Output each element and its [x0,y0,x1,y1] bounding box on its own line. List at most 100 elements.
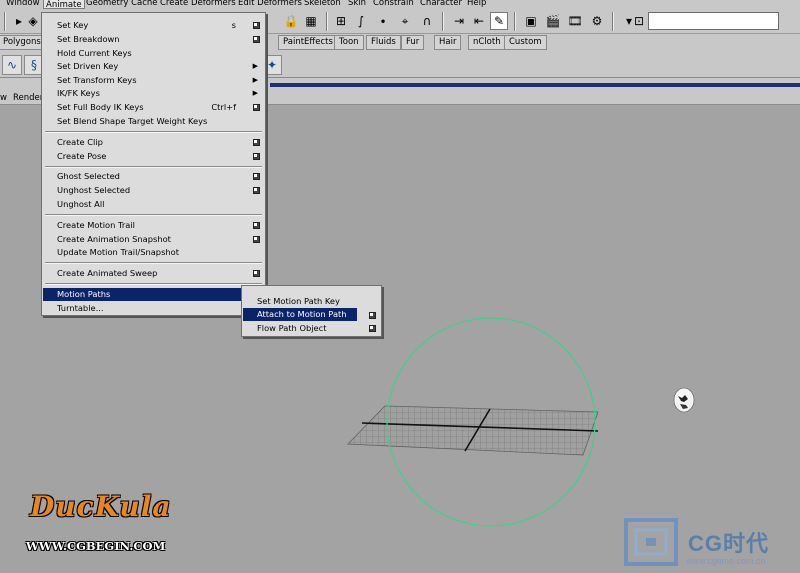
menu-item-unghost-selected[interactable]: Unghost Selected [43,184,264,197]
menu-separator [45,262,262,264]
menu-item-set-driven-key[interactable]: Set Driven Key ▶ [43,60,264,73]
snap-point-icon[interactable]: ∙ [374,12,392,30]
shelf-tab-ncloth[interactable]: nCloth [468,35,506,50]
select-by-name-icon[interactable]: ⊡ [630,12,648,30]
menu-separator [45,131,262,133]
menu-item-attach-to-motion-path[interactable]: Attach to Motion Path [243,308,357,321]
animate-menu: Set Key s Set Breakdown Hold Current Keys… [41,12,266,316]
toolbar-separator [514,12,516,31]
shelf-tab-fur[interactable]: Fur [401,35,425,50]
menu-character[interactable]: Character [420,0,462,8]
menu-item-hold-current-keys[interactable]: Hold Current Keys [43,47,264,60]
menu-item-flow-path-object[interactable]: Flow Path Object [243,322,380,335]
construction-history-icon[interactable]: ✎ [490,12,508,30]
menu-item-ghost-selected[interactable]: Ghost Selected [43,170,264,183]
menu-item-ikfk-keys[interactable]: IK/FK Keys ▶ [43,87,264,100]
option-box-icon[interactable] [253,222,260,229]
shelf-tab-polygons[interactable]: Polygons [0,35,46,50]
motion-paths-submenu: Set Motion Path Key Attach to Motion Pat… [241,285,382,337]
magnet-icon[interactable]: ∩ [418,12,436,30]
snap-grid-icon[interactable]: ⊞ [332,12,350,30]
toolbar-separator [612,12,614,31]
submenu-arrow-icon: ▶ [252,89,258,97]
select-mode-icon[interactable]: ◈ [24,12,42,30]
cgbegin-url: WWW.CGBEGIN.COM [26,539,166,553]
panel-menu-show[interactable]: w [0,93,7,103]
toolbar-separator [4,12,6,31]
menu-separator [45,283,262,285]
option-box-icon[interactable] [253,22,260,29]
cgtime-logo-icon [624,518,678,566]
menu-separator [45,214,262,216]
menu-item-create-animation-snapshot[interactable]: Create Animation Snapshot [43,233,264,246]
duckula-logo-text: DucKula [30,490,172,523]
menu-geometry-cache[interactable]: Geometry Cache [86,0,158,8]
quick-selection-field[interactable] [648,12,779,30]
submenu-arrow-icon: ▶ [252,62,258,70]
menu-item-create-motion-trail[interactable]: Create Motion Trail [43,219,264,232]
menu-item-set-blend-shape-target-weight-keys[interactable]: Set Blend Shape Target Weight Keys [43,115,264,128]
shortcut-label: Ctrl+f [211,102,236,112]
main-menubar: Window Animate Geometry Cache Create Def… [0,0,800,9]
option-box-icon[interactable] [253,153,260,160]
shelf-curve-icon[interactable]: ∿ [2,55,22,75]
menu-item-create-animated-sweep[interactable]: Create Animated Sweep [43,267,264,280]
ground-grid [347,405,599,456]
panel-menu-renderer[interactable]: Render [13,93,43,103]
ipr-render-icon[interactable]: 🎞 [566,12,584,30]
menu-item-unghost-all[interactable]: Unghost All [43,198,264,211]
cgtime-brand: CG时代 [688,531,770,556]
submenu-arrow-icon: ▶ [252,76,258,84]
menu-separator [45,166,262,168]
cgtime-url: www.cgtime.com.cn [686,556,766,566]
menu-create-deformers[interactable]: Create Deformers [160,0,236,8]
shortcut-label: s [231,20,236,30]
panel-divider [270,83,800,87]
render-frame-icon[interactable]: 🎬 [544,12,562,30]
shelf-tab-painteffects[interactable]: PaintEffects [278,35,338,50]
render-view-icon[interactable]: ▣ [522,12,540,30]
input-ops-icon[interactable]: ⇥ [450,12,468,30]
render-globals-icon[interactable]: ⚙ [588,12,606,30]
option-box-icon[interactable] [253,36,260,43]
shelf-tab-hair[interactable]: Hair [434,35,462,50]
lock-icon[interactable]: 🔒 [282,12,300,30]
menu-item-turntable[interactable]: Turntable... [43,302,264,315]
menu-constrain[interactable]: Constrain [373,0,414,8]
menu-window[interactable]: Window [6,0,40,8]
menu-item-set-breakdown[interactable]: Set Breakdown [43,33,264,46]
menu-edit-deformers[interactable]: Edit Deformers [238,0,302,8]
option-box-icon[interactable] [369,312,376,319]
menu-skin[interactable]: Skin [348,0,366,8]
shelf-tab-toon[interactable]: Toon [334,35,364,50]
menu-item-set-full-body-ik-keys[interactable]: Set Full Body IK Keys Ctrl+f [43,101,264,114]
option-box-icon[interactable] [253,236,260,243]
menu-item-set-transform-keys[interactable]: Set Transform Keys ▶ [43,74,264,87]
option-box-icon[interactable] [369,325,376,332]
menu-item-motion-paths[interactable]: Motion Paths▶ [43,288,264,301]
output-ops-icon[interactable]: ⇤ [470,12,488,30]
menu-item-update-motion-trail-snapshot[interactable]: Update Motion Trail/Snapshot [43,246,264,259]
shelf-tab-custom[interactable]: Custom [504,35,547,50]
duckula-watermark: DucKula WWW.CGBEGIN.COM [10,490,190,554]
snap-view-icon[interactable]: ⌖ [396,12,414,30]
option-box-icon[interactable] [253,173,260,180]
menu-item-set-motion-path-key[interactable]: Set Motion Path Key [243,295,380,308]
option-box-icon[interactable] [253,104,260,111]
menu-skeleton[interactable]: Skeleton [304,0,341,8]
cgtime-watermark: CG时代 www.cgtime.com.cn [622,516,798,571]
menu-item-set-key[interactable]: Set Key s [43,19,264,32]
toolbar-separator [442,12,444,31]
menu-animate[interactable]: Animate [43,0,85,9]
snap-curve-icon[interactable]: ∫ [352,12,370,30]
option-box-icon[interactable] [253,187,260,194]
selection-mask-icon[interactable]: ▦ [302,12,320,30]
option-box-icon[interactable] [253,270,260,277]
toolbar-separator [326,12,328,31]
shelf-tab-fluids[interactable]: Fluids [366,35,401,50]
option-box-icon[interactable] [253,139,260,146]
menu-item-create-pose[interactable]: Create Pose [43,150,264,163]
small-object[interactable] [673,387,695,413]
menu-item-create-clip[interactable]: Create Clip [43,136,264,149]
menu-help[interactable]: Help [467,0,486,8]
